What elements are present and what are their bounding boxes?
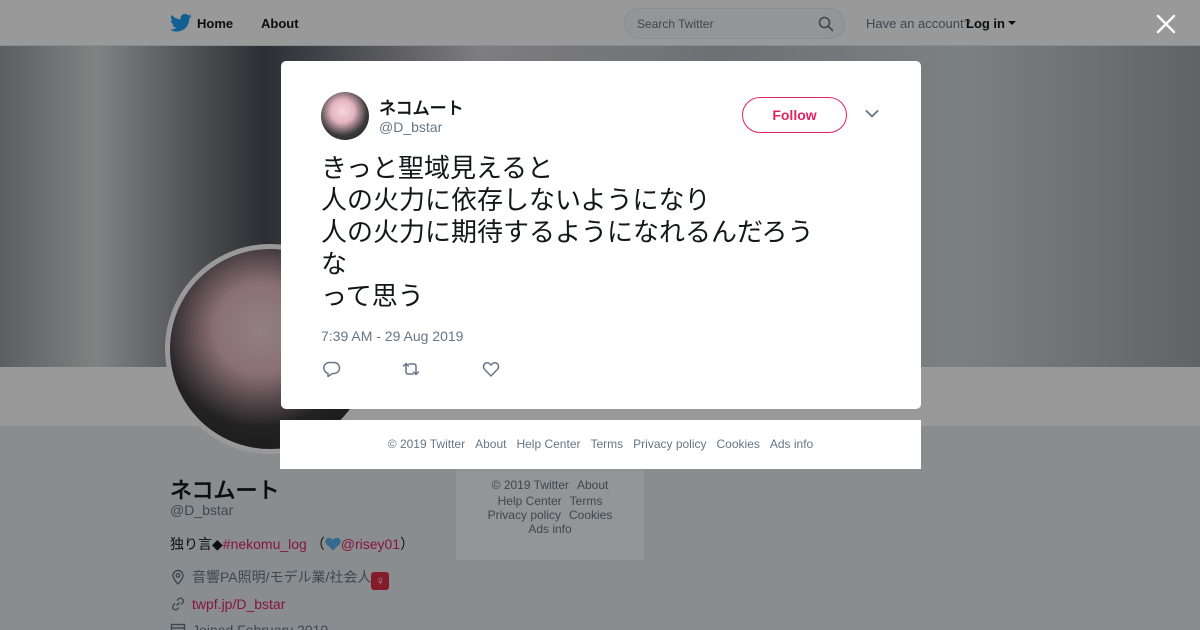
tweet-author-avatar[interactable] — [321, 92, 369, 140]
tweet-text: きっと聖域見えると 人の火力に依存しないようになり 人の火力に期待するようになれ… — [321, 153, 861, 313]
tweet-line: な — [321, 250, 348, 280]
modal-footer-ads-link[interactable]: Ads info — [770, 437, 813, 451]
modal-footer-terms-link[interactable]: Terms — [590, 437, 623, 451]
modal-footer-cookies-link[interactable]: Cookies — [717, 437, 760, 451]
close-icon[interactable] — [1156, 14, 1176, 34]
tweet-line: 人の火力に期待するようになれるんだろう — [321, 218, 814, 248]
reply-icon[interactable] — [323, 360, 341, 378]
modal-footer-copyright: © 2019 Twitter — [387, 437, 466, 451]
follow-button[interactable]: Follow — [742, 97, 847, 133]
tweet-author-name[interactable]: ネコムート — [379, 94, 464, 119]
modal-footer: © 2019 Twitter About Help Center Terms Priva… — [280, 420, 921, 469]
modal-footer-about-link[interactable]: About — [475, 437, 506, 451]
chevron-down-icon[interactable] — [865, 109, 879, 119]
tweet-timestamp[interactable]: 7:39 AM - 29 Aug 2019 — [321, 328, 463, 344]
modal-footer-help-link[interactable]: Help Center — [516, 437, 580, 451]
tweet-line: って思う — [321, 282, 424, 312]
tweet-line: 人の火力に依存しないようになり — [321, 186, 711, 216]
heart-icon[interactable] — [482, 360, 500, 378]
tweet-line: きっと聖域見えると — [321, 154, 554, 184]
retweet-icon[interactable] — [402, 360, 420, 378]
modal-footer-privacy-link[interactable]: Privacy policy — [633, 437, 706, 451]
tweet-modal: ネコムート @D_bstar Follow きっと聖域見えると 人の火力に依存し… — [281, 61, 921, 409]
tweet-author-handle[interactable]: @D_bstar — [379, 119, 442, 135]
